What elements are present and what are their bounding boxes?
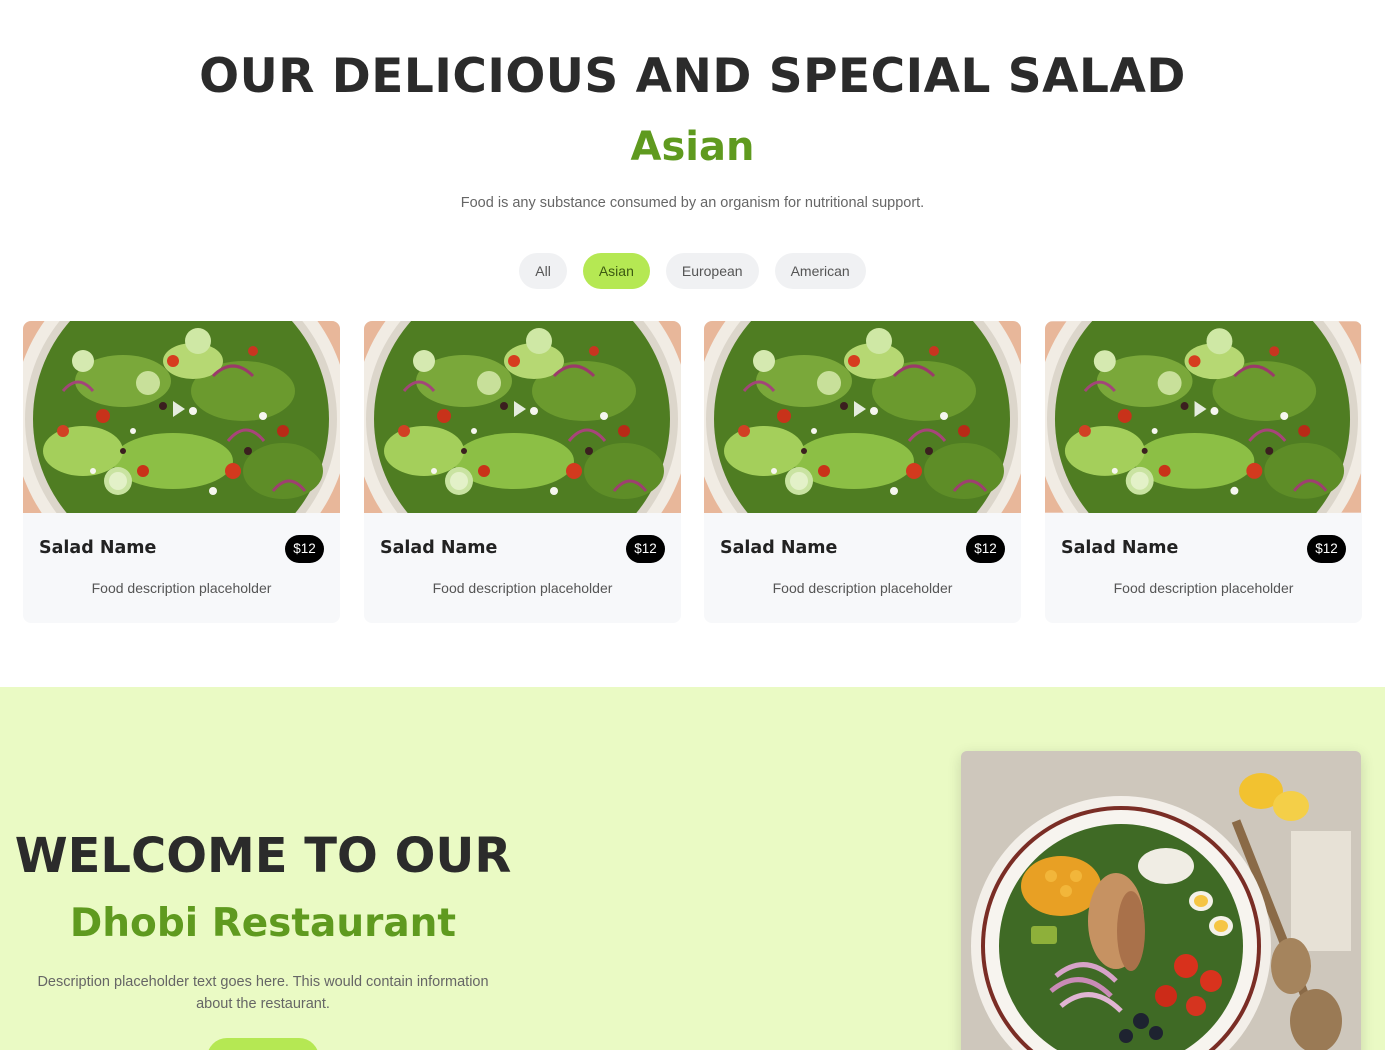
price-badge: $12	[966, 535, 1005, 563]
filter-european[interactable]: European	[665, 253, 759, 289]
welcome-description: Description placeholder text goes here. …	[37, 974, 489, 1012]
filter-all[interactable]: All	[519, 253, 567, 289]
cobb-salad-image	[961, 751, 1361, 1050]
menu-title: OUR DELICIOUS AND SPECIAL SALAD	[199, 49, 1186, 104]
salad-card[interactable]: Salad Name $12 Food description placehol…	[23, 321, 340, 623]
price-badge: $12	[626, 535, 665, 563]
restaurant-name: Dhobi Restaurant	[69, 901, 457, 946]
salad-card[interactable]: Salad Name $12 Food description placehol…	[1045, 321, 1362, 623]
filter-american[interactable]: American	[774, 253, 866, 289]
salad-bowl-image	[364, 321, 681, 513]
salad-card-grid: Salad Name $12 Food description placehol…	[23, 321, 1362, 623]
salad-bowl-image	[704, 321, 1021, 513]
menu-tagline: Food is any substance consumed by an org…	[460, 195, 925, 211]
welcome-title: WELCOME TO OUR	[14, 828, 512, 884]
active-category-heading: Asian	[630, 124, 755, 170]
salad-description: Food description placeholder	[1113, 580, 1294, 596]
price-badge: $12	[1307, 535, 1346, 563]
salad-name: Salad Name	[380, 538, 498, 558]
salad-description: Food description placeholder	[432, 580, 613, 596]
filter-asian[interactable]: Asian	[582, 253, 650, 289]
salad-name: Salad Name	[720, 538, 838, 558]
salad-description: Food description placeholder	[91, 580, 272, 596]
salad-description: Food description placeholder	[772, 580, 953, 596]
salad-name: Salad Name	[1061, 538, 1179, 558]
category-filters: All Asian European American	[0, 253, 1385, 289]
salad-bowl-image	[23, 321, 340, 513]
welcome-cta-button[interactable]	[207, 1038, 319, 1050]
price-badge: $12	[285, 535, 324, 563]
salad-bowl-image	[1045, 321, 1362, 513]
salad-card[interactable]: Salad Name $12 Food description placehol…	[704, 321, 1021, 623]
menu-section: OUR DELICIOUS AND SPECIAL SALAD Asian Fo…	[0, 0, 1385, 687]
welcome-section: WELCOME TO OUR Dhobi Restaurant Descript…	[0, 687, 1385, 1050]
salad-card[interactable]: Salad Name $12 Food description placehol…	[364, 321, 681, 623]
salad-name: Salad Name	[39, 538, 157, 558]
